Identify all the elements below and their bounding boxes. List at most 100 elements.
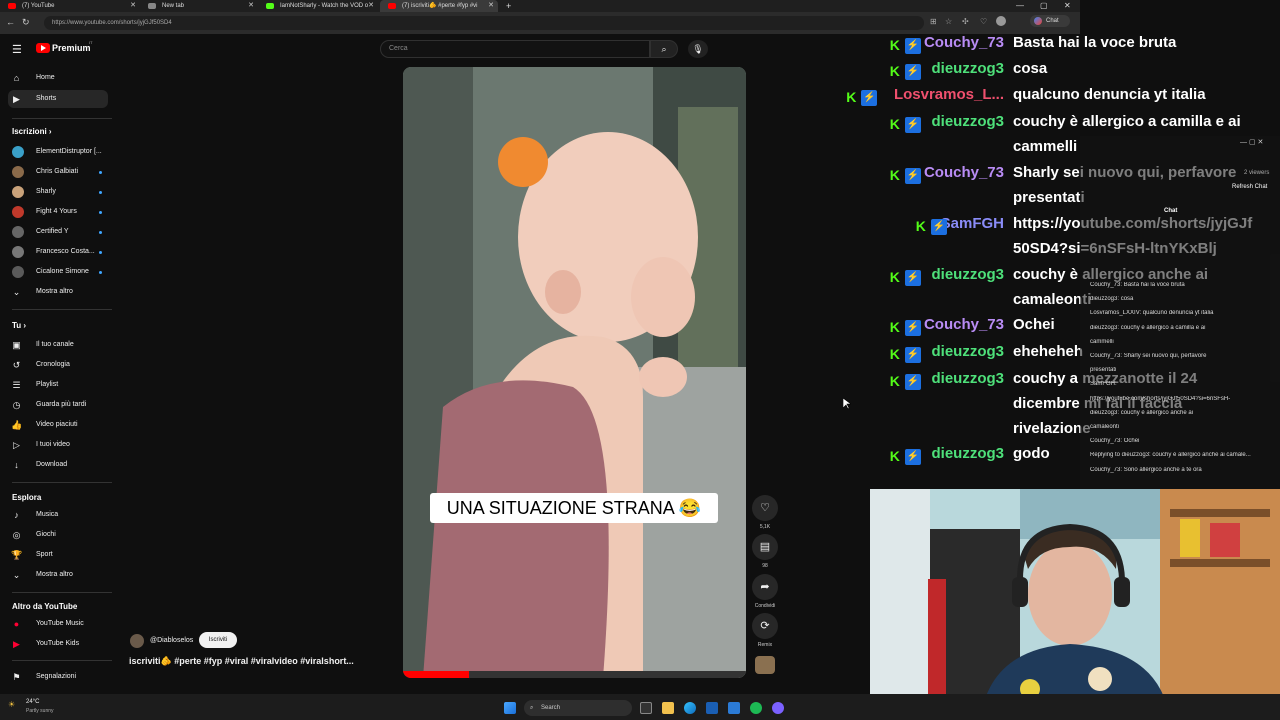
taskbar-search[interactable]: ⌕ Search: [524, 700, 632, 716]
subscription-elementdistruptor[interactable]: ElementDistruptor [...: [8, 143, 108, 161]
clock-icon: ◷: [12, 400, 21, 410]
explore-heading: Esplora: [12, 493, 42, 502]
webcam-illustration: [870, 489, 1280, 720]
remix-button[interactable]: ⟳: [752, 613, 778, 639]
favorites-icon[interactable]: ♡: [980, 17, 987, 26]
app-purple-icon[interactable]: [772, 702, 784, 714]
sound-thumbnail[interactable]: [755, 656, 775, 674]
share-button[interactable]: ➦: [752, 574, 778, 600]
mini-chat-line: SamFGH:: [1090, 381, 1117, 388]
video-title[interactable]: iscriviti🫵 #perte #fyp #viral #viralvide…: [129, 656, 379, 667]
chat-username[interactable]: dieuzzog3: [931, 343, 1004, 360]
sidebar-item-label: Mostra altro: [36, 571, 73, 578]
weather-desc[interactable]: Partly sunny: [26, 708, 54, 714]
kick-badge-icon: K: [889, 373, 900, 389]
youtube-kids-icon: ▶: [13, 639, 20, 649]
address-bar-row: ← ↻ https://www.youtube.com/shorts/jyjGJ…: [0, 12, 1080, 34]
maximize-icon[interactable]: ▢: [1040, 0, 1048, 12]
chat-message: dieuzzog3 K ⚡ cosa: [0, 60, 1280, 84]
close-window-icon[interactable]: ✕: [1064, 0, 1071, 12]
comment-count: 98: [762, 563, 768, 569]
close-tab-icon[interactable]: ✕: [248, 0, 254, 12]
profile-avatar[interactable]: [996, 16, 1006, 26]
divider: [12, 482, 112, 483]
sidebar-item-youtube-kids[interactable]: ▶ YouTube Kids: [8, 635, 108, 653]
sidebar-item-music[interactable]: ♪ Musica: [8, 506, 108, 524]
close-tab-icon[interactable]: ✕: [130, 0, 136, 12]
chat-username[interactable]: Couchy_73: [924, 164, 1004, 181]
close-tab-icon[interactable]: ✕: [368, 0, 374, 12]
tab-label: (7) iscriviti🫵 #perte #fyp #vi: [402, 3, 478, 9]
chat-username[interactable]: dieuzzog3: [931, 60, 1004, 77]
mini-chat-window-controls[interactable]: — ▢ ✕: [1240, 138, 1263, 146]
chat-username[interactable]: Couchy_73: [924, 316, 1004, 333]
chat-message-text: cammelli: [1013, 138, 1078, 155]
kick-badge-icon: K: [889, 319, 900, 335]
weather-icon[interactable]: ☀: [8, 700, 15, 709]
flag-icon: ⚑: [12, 672, 21, 682]
sidebar-item-youtube-music[interactable]: ● YouTube Music: [8, 615, 108, 633]
sidebar-item-liked-videos[interactable]: 👍 Video piaciuti: [8, 416, 108, 434]
comments-button[interactable]: ▤: [752, 534, 778, 560]
chat-username[interactable]: dieuzzog3: [931, 266, 1004, 283]
weather-temp[interactable]: 24°C: [26, 699, 39, 705]
chat-username[interactable]: Couchy_73: [924, 34, 1004, 51]
mail-icon[interactable]: [728, 702, 740, 714]
reload-icon[interactable]: ↻: [22, 17, 30, 28]
chat-username[interactable]: SamFGH: [941, 215, 1004, 232]
extensions-icon[interactable]: ⊞: [930, 17, 937, 26]
chevron-down-icon: ⌄: [12, 570, 21, 580]
refresh-chat-button[interactable]: Refresh Chat: [1232, 184, 1267, 190]
bookmark-star-icon[interactable]: ☆: [945, 17, 952, 26]
puzzle-icon[interactable]: ✣: [962, 17, 969, 26]
gamepad-icon: ◎: [12, 530, 21, 540]
mini-chat-line: camaleonti: [1090, 424, 1120, 430]
new-content-dot: [99, 191, 102, 194]
tab-new-tab[interactable]: New tab ✕: [140, 0, 258, 12]
chat-message-text: presentati: [1013, 189, 1085, 206]
sidebar-item-report[interactable]: ⚑ Segnalazioni: [8, 668, 108, 686]
app-green-icon[interactable]: [750, 702, 762, 714]
chat-copilot-button[interactable]: Chat: [1030, 15, 1070, 27]
channel-handle[interactable]: @Diabloselos: [150, 637, 193, 644]
file-explorer-icon[interactable]: [662, 702, 674, 714]
chat-username[interactable]: Losvramos_L...: [894, 86, 1004, 103]
tab-shorts-active[interactable]: (7) iscriviti🫵 #perte #fyp #vi ✕: [380, 0, 498, 12]
back-icon[interactable]: ←: [6, 17, 15, 27]
sidebar-item-watch-later[interactable]: ◷ Guarda più tardi: [8, 396, 108, 414]
tab-youtube[interactable]: (7) YouTube ✕: [0, 0, 140, 12]
tab-label: (7) YouTube: [22, 3, 55, 9]
channel-avatar[interactable]: [130, 634, 144, 648]
new-content-dot: [99, 251, 102, 254]
minimize-icon[interactable]: —: [1016, 0, 1024, 12]
sidebar-item-games[interactable]: ◎ Giochi: [8, 526, 108, 544]
youtube-music-icon: ●: [13, 619, 20, 629]
subscription-francesco-costa[interactable]: Francesco Costa...: [8, 243, 108, 261]
chat-message-text: cosa: [1013, 60, 1048, 77]
subscriber-badge-icon: ⚡: [904, 64, 921, 80]
chat-username[interactable]: dieuzzog3: [931, 370, 1004, 387]
sidebar-item-sport[interactable]: 🏆 Sport: [8, 546, 108, 564]
chat-message-text: couchy è allergico a camilla e ai: [1013, 113, 1241, 130]
kick-badge-icon: K: [915, 218, 926, 234]
sidebar-item-label: Sharly: [36, 188, 56, 195]
explore-show-more[interactable]: ⌄ Mostra altro: [8, 566, 108, 584]
tab-label: IamNotSharly - Watch the VOD o: [280, 3, 369, 9]
task-view-icon[interactable]: [640, 702, 652, 714]
chat-message-text: Ochei: [1013, 316, 1055, 333]
url-field[interactable]: https://www.youtube.com/shorts/jyjGJf50S…: [44, 16, 924, 30]
new-tab-plus-icon[interactable]: +: [506, 0, 511, 12]
store-icon[interactable]: [706, 702, 718, 714]
close-tab-icon[interactable]: ✕: [488, 0, 494, 12]
new-content-dot: [99, 211, 102, 214]
tab-kick-vod[interactable]: IamNotSharly - Watch the VOD o ✕: [258, 0, 378, 12]
edge-browser-icon[interactable]: [684, 702, 696, 714]
subscribe-button[interactable]: Iscriviti: [199, 632, 237, 648]
windows-start-icon[interactable]: [504, 702, 516, 714]
chat-username[interactable]: dieuzzog3: [931, 113, 1004, 130]
youtube-favicon-icon: [388, 3, 396, 9]
chat-message: Couchy_73 K ⚡ Basta hai la voce bruta: [0, 34, 1280, 58]
like-button[interactable]: ♡: [752, 495, 778, 521]
chat-username[interactable]: dieuzzog3: [931, 445, 1004, 462]
divider: [12, 660, 112, 661]
